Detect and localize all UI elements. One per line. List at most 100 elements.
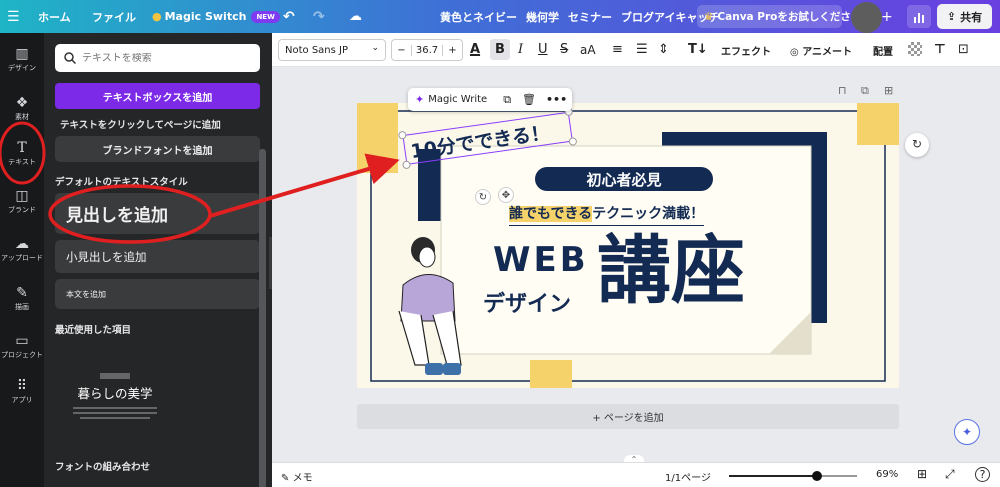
magic-write-button[interactable]: Magic Write — [428, 94, 487, 105]
strikethrough-icon[interactable]: S — [560, 41, 568, 59]
font-combos-heading: フォントの組み合わせ — [55, 462, 151, 473]
align-center-icon[interactable]: ≡ — [612, 41, 623, 59]
italic-icon[interactable]: I — [518, 41, 523, 59]
page-add-icon[interactable]: ⊞ — [884, 84, 893, 97]
title-part-1: 黄色とネイビー — [440, 10, 517, 24]
notes-icon: ✎ — [281, 473, 290, 484]
avatar[interactable] — [851, 2, 882, 33]
list-icon[interactable]: ☰ — [636, 41, 648, 59]
beginner-badge: 初心者必見 — [535, 167, 713, 191]
animate-button[interactable]: ◎ アニメート — [790, 43, 852, 58]
add-brand-fonts-button[interactable]: ブランドフォントを追加 — [55, 136, 260, 162]
position-button[interactable]: 配置 — [873, 43, 893, 58]
rail-label: ブランド — [8, 206, 36, 214]
paint-roller-icon[interactable]: ⊤ — [934, 41, 946, 59]
more-options-icon[interactable]: ••• — [546, 93, 567, 106]
magic-switch-button[interactable]: ● Magic Switch NEW — [152, 0, 280, 33]
hamburger-icon[interactable]: ☰ — [7, 0, 20, 33]
add-subheading-button[interactable]: 小見出しを追加 — [55, 240, 260, 273]
insights-button[interactable] — [907, 5, 931, 28]
yellow-square — [357, 103, 398, 173]
zoom-level[interactable]: 69% — [876, 469, 898, 480]
apps-icon: ⠿ — [16, 378, 28, 394]
rail-item-projects[interactable]: ▭ プロジェクト — [0, 333, 44, 360]
fullscreen-icon[interactable]: ⤢ — [945, 467, 955, 482]
design-title[interactable]: 黄色とネイビー 幾何学 セミナー ブログアイキャッチ — [440, 0, 719, 33]
vertical-text-icon[interactable]: T↓ — [688, 41, 708, 59]
home-link[interactable]: ホーム — [38, 0, 71, 33]
search-box[interactable] — [55, 44, 260, 72]
rail-item-elements[interactable]: ❖ 素材 — [0, 95, 44, 122]
spacing-icon[interactable]: ⇕ — [658, 41, 669, 59]
add-body-button[interactable]: 本文を追加 — [55, 279, 260, 309]
chevron-down-icon: ⌄ — [371, 43, 379, 53]
layout-icon: ▥ — [15, 46, 29, 62]
undo-icon[interactable]: ↶ — [283, 0, 295, 33]
resize-handle[interactable] — [402, 160, 412, 170]
decrease-size-button[interactable]: − — [392, 44, 412, 56]
bold-icon[interactable]: B — [490, 39, 510, 60]
assistant-sparkle-icon[interactable]: ✦ — [954, 419, 980, 445]
zoom-slider-knob[interactable] — [812, 471, 822, 481]
help-icon[interactable]: ? — [975, 467, 990, 482]
page-duplicate-icon[interactable]: ⧉ — [861, 84, 869, 98]
file-menu[interactable]: ファイル — [92, 0, 136, 33]
rail-item-design[interactable]: ▥ デザイン — [0, 46, 44, 73]
font-family-select[interactable]: Noto Sans JP ⌄ — [278, 39, 386, 61]
rail-item-brand[interactable]: ◫ ブランド — [0, 188, 44, 215]
person-shoe — [425, 363, 443, 375]
recent-font-sample[interactable]: 暮らしの美学 — [55, 373, 175, 433]
share-label: 共有 — [960, 10, 983, 24]
grid-view-icon[interactable]: ⊞ — [917, 467, 927, 481]
crown-icon: ♛ — [704, 10, 714, 23]
text-color-icon[interactable]: A — [470, 41, 480, 59]
share-button[interactable]: ⇪ 共有 — [937, 4, 992, 29]
sparkle-icon: ✦ — [415, 93, 425, 106]
transparency-icon[interactable] — [908, 42, 922, 56]
trash-icon[interactable]: 🗑 — [522, 93, 536, 106]
try-pro-label: Canva Proをお試しください — [717, 11, 862, 23]
draw-icon: ✎ — [16, 285, 28, 301]
regenerate-icon[interactable]: ↻ — [905, 133, 929, 157]
rail-item-uploads[interactable]: ☁ アップロード — [0, 236, 44, 263]
bottom-bar: ✎ メモ 1/1ページ 69% ⊞ ⤢ ? — [272, 462, 1000, 487]
effects-button[interactable]: エフェクト — [721, 43, 771, 58]
tagline-highlight: 誰でもできる — [509, 206, 593, 222]
design-page[interactable]: 10分でできる！ ↻ ✥ 初心者必見 誰でもできるテクニック満載！ WEB デザ… — [357, 103, 899, 388]
redo-icon[interactable]: ↷ — [313, 0, 325, 33]
lock-icon[interactable]: ⊡ — [958, 41, 969, 59]
rail-item-text[interactable]: T テキスト — [0, 140, 44, 167]
try-pro-button[interactable]: ♛ Canva Proをお試しください — [697, 5, 861, 28]
page-count[interactable]: 1/1ページ — [665, 469, 711, 484]
rail-item-draw[interactable]: ✎ 描画 — [0, 285, 44, 312]
upload-cloud-icon: ☁ — [15, 236, 29, 252]
sample-line — [80, 417, 150, 419]
case-icon[interactable]: aA — [580, 41, 596, 59]
font-size-value[interactable]: 36.7 — [412, 45, 442, 56]
rail-label: アップロード — [1, 254, 43, 262]
move-icon[interactable]: ✥ — [498, 187, 514, 203]
tagline-rest: テクニック満載！ — [592, 206, 705, 222]
rail-label: アプリ — [11, 396, 33, 404]
rail-item-apps[interactable]: ⠿ アプリ — [0, 378, 44, 405]
font-size-stepper[interactable]: − 36.7 + — [391, 39, 463, 61]
cloud-save-icon[interactable]: ☁ — [349, 0, 362, 33]
zoom-slider-track[interactable] — [729, 471, 857, 481]
add-page-button[interactable]: + ページを追加 — [357, 404, 899, 429]
page-lock-icon[interactable]: ⊓ — [838, 84, 847, 97]
plus-icon[interactable]: + — [881, 9, 893, 25]
magic-switch-label: Magic Switch — [164, 10, 247, 23]
duplicate-icon[interactable]: ⧉ — [503, 93, 511, 107]
notes-button[interactable]: ✎ メモ — [281, 469, 313, 484]
add-textbox-button[interactable]: テキストボックスを追加 — [55, 83, 260, 109]
search-input[interactable] — [82, 52, 252, 64]
add-heading-button[interactable]: 見出しを追加 — [55, 193, 260, 234]
new-badge: NEW — [251, 10, 280, 23]
crown-icon: ● — [152, 10, 162, 23]
increase-size-button[interactable]: + — [442, 44, 462, 56]
rotate-icon[interactable]: ↻ — [475, 189, 491, 205]
search-icon — [64, 52, 76, 64]
kouza-text: 講座 — [597, 228, 745, 314]
underline-icon[interactable]: U — [538, 41, 548, 59]
panel-scrollbar[interactable] — [259, 149, 266, 487]
